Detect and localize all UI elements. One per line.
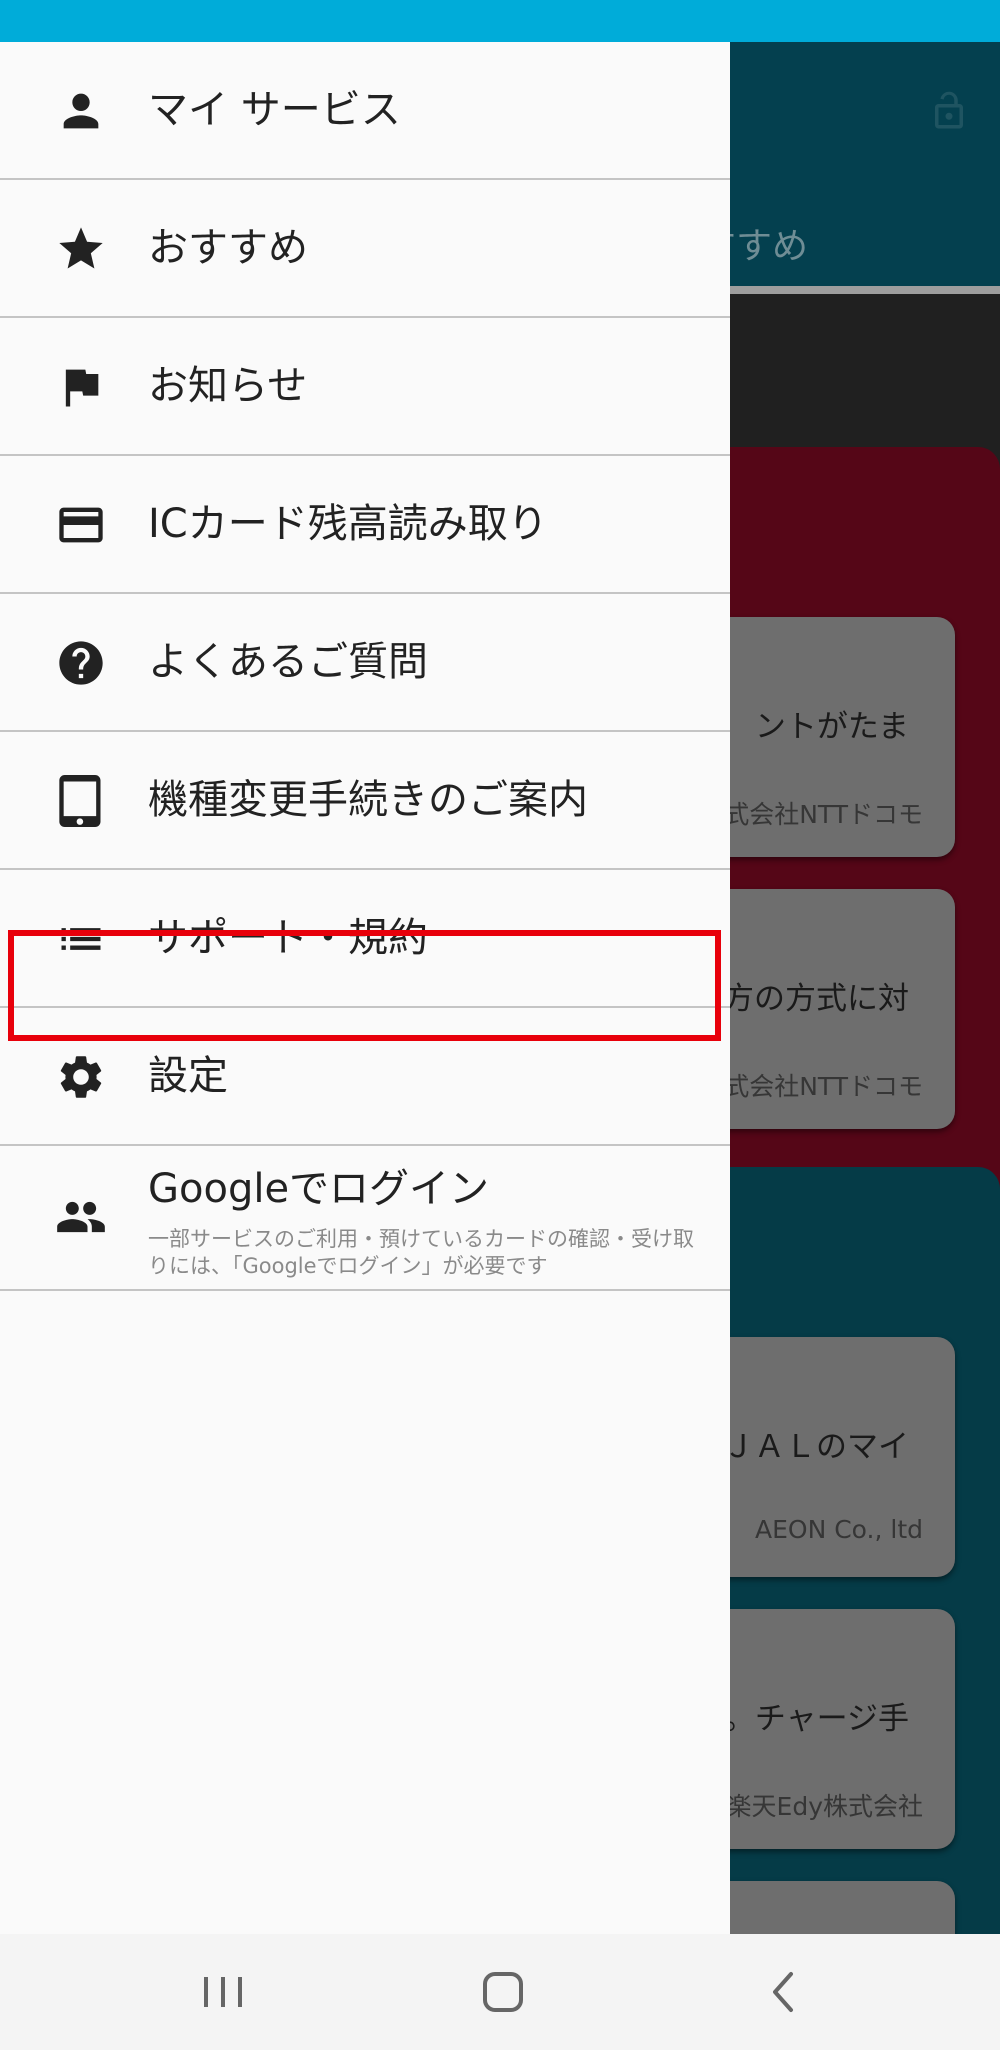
home-icon[interactable] bbox=[473, 1964, 533, 2020]
tablet-icon bbox=[55, 775, 107, 827]
background-card-text: ＪＡＬのマイ bbox=[723, 1429, 909, 1465]
recent-apps-icon[interactable] bbox=[193, 1964, 253, 2020]
drawer-item-label: ICカード残高読み取り bbox=[148, 501, 548, 547]
background-card-source: AEON Co., ltd bbox=[755, 1515, 923, 1544]
background-card-text: 方の方式に対 bbox=[723, 981, 909, 1017]
background-card-source: 楽天Edy株式会社 bbox=[726, 1792, 923, 1821]
gear-icon bbox=[55, 1051, 107, 1103]
lock-icon bbox=[928, 88, 970, 134]
drawer-item-recommended[interactable]: おすすめ bbox=[0, 180, 730, 318]
flag-icon bbox=[55, 361, 107, 413]
drawer-item-device-change[interactable]: 機種変更手続きのご案内 bbox=[0, 732, 730, 870]
drawer-item-label: マイ サービス bbox=[148, 87, 401, 133]
background-card-text: 。チャージ手 bbox=[723, 1701, 909, 1737]
background-card-text: ントがたま bbox=[754, 709, 909, 745]
drawer-item-google-login[interactable]: Googleでログイン 一部サービスのご利用・預けているカードの確認・受け取りに… bbox=[0, 1146, 730, 1291]
drawer-item-label: お知らせ bbox=[148, 363, 308, 409]
drawer-item-label: よくあるご質問 bbox=[148, 639, 428, 685]
drawer-item-news[interactable]: お知らせ bbox=[0, 318, 730, 456]
drawer-item-ic-card-balance[interactable]: ICカード残高読み取り bbox=[0, 456, 730, 594]
drawer-item-faq[interactable]: よくあるご質問 bbox=[0, 594, 730, 732]
star-icon bbox=[55, 223, 107, 275]
person-icon bbox=[55, 85, 107, 137]
background-card-source: 式会社NTTドコモ bbox=[724, 800, 923, 829]
navigation-bar bbox=[0, 1934, 1000, 2050]
drawer-item-label: Googleでログイン bbox=[148, 1166, 490, 1212]
navigation-drawer: マイ サービス おすすめ お知らせ ICカード残高読み取り よくあるご質問 機種… bbox=[0, 42, 730, 1934]
people-icon bbox=[55, 1191, 107, 1243]
drawer-item-label: おすすめ bbox=[148, 225, 308, 271]
back-icon[interactable] bbox=[753, 1964, 813, 2020]
drawer-item-label: 機種変更手続きのご案内 bbox=[148, 777, 588, 823]
highlight-box bbox=[8, 930, 721, 1041]
drawer-item-my-service[interactable]: マイ サービス bbox=[0, 42, 730, 180]
background-card-source: 式会社NTTドコモ bbox=[724, 1072, 923, 1101]
credit-card-icon bbox=[55, 499, 107, 551]
help-circle-icon bbox=[55, 637, 107, 689]
status-bar bbox=[0, 0, 1000, 42]
login-description: 一部サービスのご利用・預けているカードの確認・受け取りには、「Googleでログ… bbox=[148, 1227, 694, 1278]
